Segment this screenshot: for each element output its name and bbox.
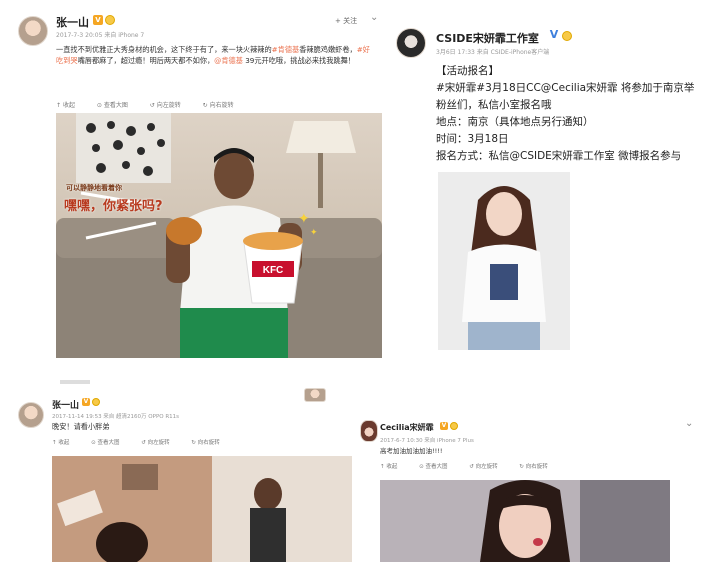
verified-badge-icon: V: [82, 398, 90, 406]
follow-button[interactable]: + 关注: [335, 16, 357, 26]
hashtag-link[interactable]: #肯德基: [272, 45, 300, 54]
verified-badge-icon: V: [440, 422, 448, 430]
post-text: 高考加油加油加油!!!!: [380, 447, 443, 455]
post-timestamp[interactable]: 3月6日 17:33 来自 CSIDE-iPhone客户端: [436, 47, 549, 56]
text-line: 报名方式：私信@CSIDE宋妍霏工作室 微博报名参与: [436, 150, 682, 162]
view-large-button[interactable]: ⊙ 查看大图: [97, 102, 138, 109]
username[interactable]: 张一山: [52, 398, 79, 411]
photo-caption-big: 嘿嘿，你紧张吗?: [64, 199, 163, 214]
text-line: 粉丝们，私信小室报名哦: [436, 99, 552, 111]
media-actions: ↑ 收起 ⊙ 查看大图 ↺ 向左旋转 ↻ 向右旋转: [56, 100, 254, 109]
avatar[interactable]: [396, 28, 426, 58]
post-timestamp[interactable]: 2017-11-14 19:53 来自 超清2160万 OPPO R11s: [52, 412, 179, 420]
post-photo[interactable]: [380, 480, 670, 562]
vip-icon: [92, 398, 100, 406]
post-card-cside-event: CSIDE宋妍霏工作室 V 3月6日 17:33 来自 CSIDE-iPhone…: [388, 0, 711, 372]
verified-badge-icon: V: [549, 28, 559, 41]
collapse-button[interactable]: ↑ 收起: [380, 464, 407, 470]
post-text: 晚安！请看小胖弟: [52, 422, 110, 431]
avatar[interactable]: [360, 420, 378, 442]
rotate-left-button[interactable]: ↺ 向左旋转: [469, 464, 507, 470]
photo-scene: KFC ✦ ✦: [56, 113, 382, 358]
username[interactable]: Cecilia宋妍霏: [380, 422, 434, 433]
photo-scene: [380, 480, 670, 562]
media-actions: ↑ 收起 ⊙ 查看大图 ↺ 向左旋转 ↻ 向右旋转: [52, 438, 240, 446]
rotate-right-button[interactable]: ↻ 向右旋转: [519, 464, 557, 470]
post-card-cecilia: Cecilia宋妍霏 V ⌄ 2017-6-7 10:30 来自 iPhone …: [360, 406, 711, 562]
photo-caption-small: 可以静静地看着你: [66, 184, 122, 192]
svg-text:✦: ✦: [298, 211, 310, 227]
rotate-right-button[interactable]: ↻ 向右旋转: [191, 440, 229, 446]
photo-scene: [52, 456, 352, 562]
post-timestamp[interactable]: 2017-6-7 10:30 来自 iPhone 7 Plus: [380, 436, 474, 444]
text-line: 地点：南京（具体地点另行通知）: [436, 116, 594, 128]
mention-link[interactable]: @肯德基: [214, 56, 243, 65]
divider-label: [60, 380, 90, 384]
svg-text:✦: ✦: [310, 228, 318, 238]
avatar[interactable]: [18, 16, 48, 46]
vip-icon: [562, 31, 572, 41]
view-large-button[interactable]: ⊙ 查看大图: [419, 464, 457, 470]
post-text: 一直找不到优雅正大秀身材的机会，这下终于有了，来一块火辣辣的#肯德基香辣脆鸡嫩虾…: [56, 45, 370, 65]
vip-icon: [105, 15, 115, 25]
post-card-zhangyishan-night: 张一山 V 2017-11-14 19:53 来自 超清2160万 OPPO R…: [0, 388, 360, 562]
username[interactable]: CSIDE宋妍霏工作室: [436, 30, 539, 46]
rotate-right-button[interactable]: ↻ 向右旋转: [203, 102, 244, 109]
post-photo[interactable]: KFC ✦ ✦ 可以静静地看着你 嘿嘿，你紧张吗?: [56, 113, 382, 358]
text-line: 时间：3月18日: [436, 133, 509, 145]
username[interactable]: 张一山: [56, 14, 89, 30]
post-timestamp[interactable]: 2017-7-3 20:05 来自 iPhone 7: [56, 30, 144, 39]
chevron-down-icon[interactable]: ⌄: [685, 418, 693, 429]
vip-icon: [450, 422, 458, 430]
view-large-button[interactable]: ⊙ 查看大图: [91, 440, 129, 446]
commenter-avatar[interactable]: [304, 388, 326, 402]
avatar[interactable]: [18, 402, 44, 428]
text-line: 【活动报名】: [436, 65, 499, 77]
post-photo[interactable]: [52, 456, 352, 562]
rotate-left-button[interactable]: ↺ 向左旋转: [141, 440, 179, 446]
verified-badge-icon: V: [93, 15, 103, 25]
post-card-zhangyishan-kfc: 张一山 V 2017-7-3 20:05 来自 iPhone 7 + 关注 ⌄ …: [0, 0, 388, 372]
kfc-logo: KFC: [263, 265, 284, 276]
media-actions: ↑ 收起 ⊙ 查看大图 ↺ 向左旋转 ↻ 向右旋转: [380, 462, 568, 470]
collapse-button[interactable]: ↑ 收起: [52, 440, 79, 446]
photo-scene: [438, 172, 570, 350]
text-line[interactable]: #宋妍霏#3月18日CC@Cecilia宋妍霏 将参加于南京举: [436, 80, 694, 97]
collapse-button[interactable]: ↑ 收起: [56, 102, 85, 109]
post-photo[interactable]: [438, 172, 570, 350]
chevron-down-icon[interactable]: ⌄: [370, 12, 378, 23]
rotate-left-button[interactable]: ↺ 向左旋转: [150, 102, 191, 109]
